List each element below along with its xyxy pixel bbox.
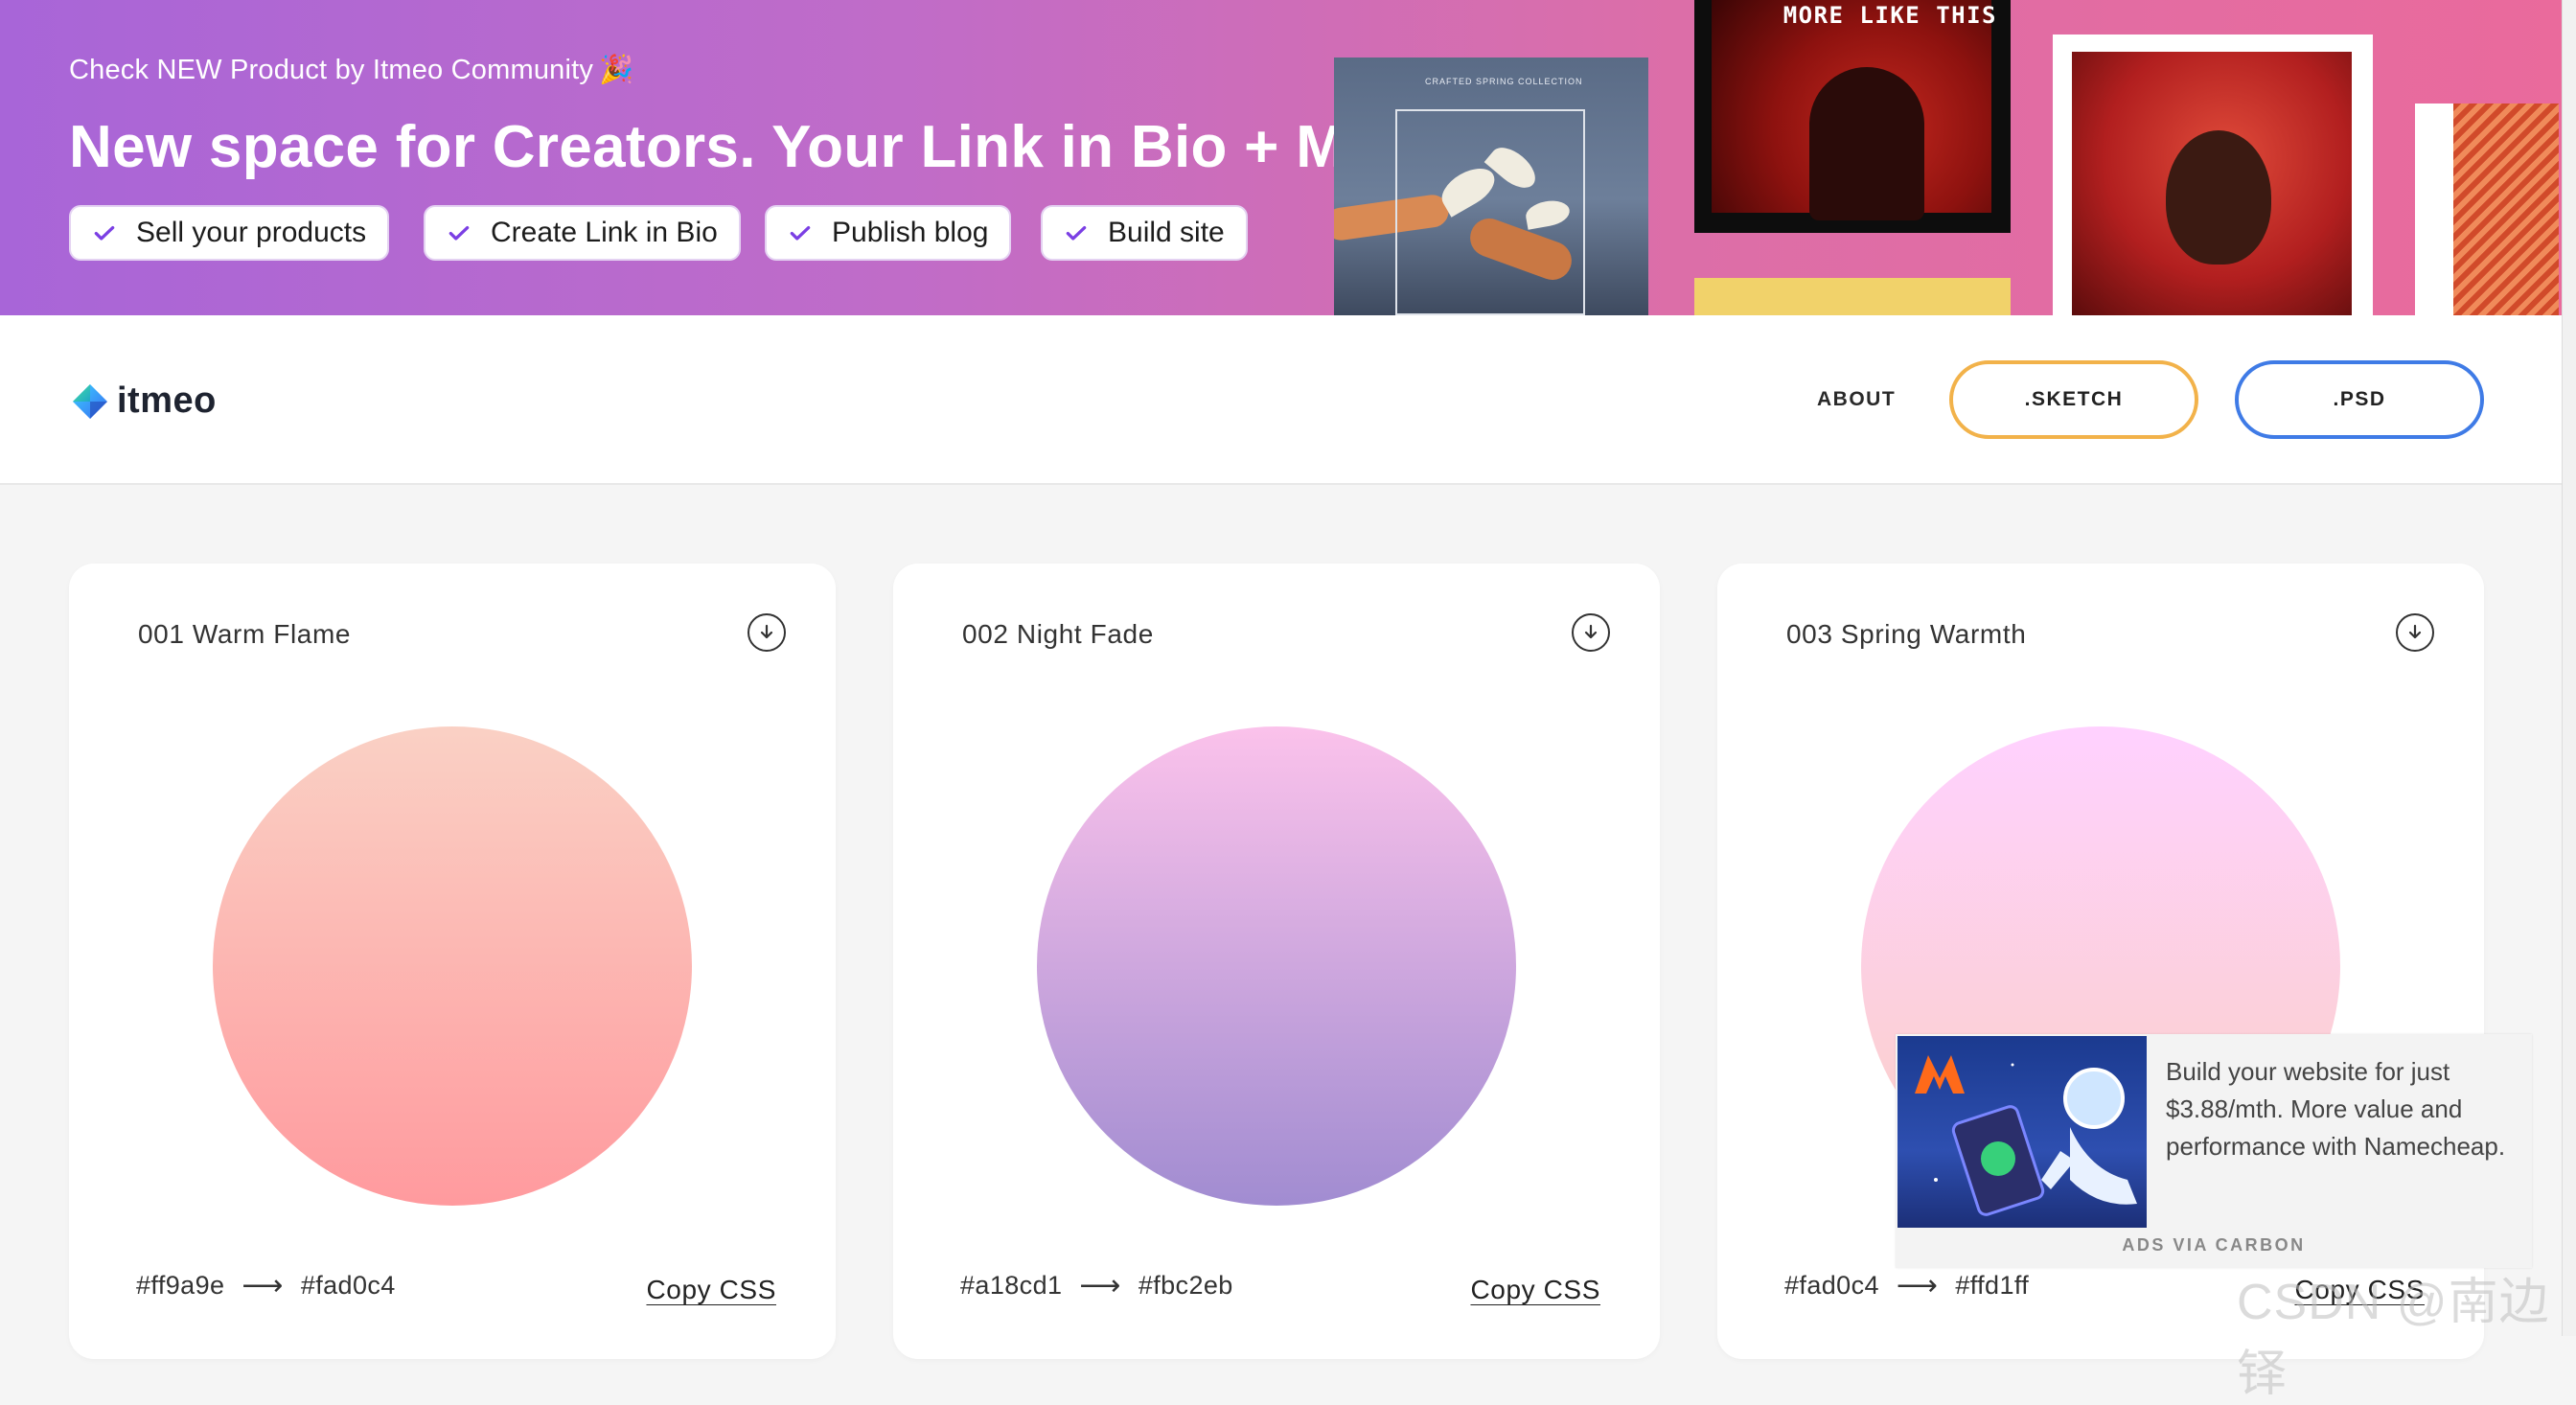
gradient-colors: #ff9a9e ⟶ #fad0c4: [136, 1269, 396, 1302]
arrow-right-icon: ⟶: [1896, 1270, 1939, 1301]
download-button[interactable]: [1572, 613, 1610, 652]
itmeo-logo-icon: [73, 383, 107, 419]
check-icon: [94, 225, 115, 241]
poster-caption: CRAFTED SPRING COLLECTION: [1425, 77, 1583, 86]
gradient-title: 003 Spring Warmth: [1786, 619, 2027, 649]
gradient-colors: #a18cd1 ⟶ #fbc2eb: [960, 1269, 1233, 1302]
check-icon: [790, 225, 811, 241]
nav-about-link[interactable]: ABOUT: [1817, 388, 1896, 411]
ad-text[interactable]: Build your website for just $3.88/mth. M…: [2166, 1053, 2511, 1165]
sketch-download-button[interactable]: .SKETCH: [1949, 360, 2198, 439]
color-to: #fbc2eb: [1138, 1271, 1233, 1300]
namecheap-astronaut-icon: [1915, 1055, 2137, 1216]
party-emoji-icon: 🎉: [599, 55, 634, 85]
check-icon: [1066, 225, 1087, 241]
copy-css-button[interactable]: Copy CSS: [1470, 1275, 1600, 1305]
poster-tag: MORE LIKE THIS: [1782, 2, 1997, 29]
chip-label: Build site: [1108, 217, 1225, 248]
banner-yellow-strip: [1694, 278, 2011, 315]
banner-poster-pattern: [2415, 104, 2559, 315]
banner-kicker-text: Check NEW Product by Itmeo Community: [69, 55, 594, 85]
download-button[interactable]: [2396, 613, 2434, 652]
gradient-title: 002 Night Fade: [962, 619, 1154, 649]
scrollbar-track[interactable]: [2562, 0, 2576, 1336]
banner-kicker: Check NEW Product by Itmeo Community 🎉: [69, 54, 633, 86]
color-to: #fad0c4: [300, 1271, 396, 1300]
promo-banner[interactable]: Check NEW Product by Itmeo Community 🎉 Ne…: [0, 0, 2576, 315]
logo-text: itmeo: [117, 380, 217, 421]
ad-via-carbon[interactable]: ADS VIA CARBON: [1896, 1235, 2532, 1255]
color-from: #fad0c4: [1784, 1271, 1879, 1300]
arrow-right-icon: ⟶: [242, 1270, 284, 1301]
banner-title: New space for Creators. Your Link in Bio…: [69, 114, 1506, 180]
chip-label: Create Link in Bio: [491, 217, 718, 248]
site-header: itmeo ABOUT .SKETCH .PSD: [0, 315, 2563, 485]
download-icon: [760, 624, 773, 639]
download-button[interactable]: [748, 613, 786, 652]
check-icon: [448, 225, 470, 241]
download-icon: [1584, 624, 1598, 639]
chip-sell-products[interactable]: Sell your products: [69, 205, 390, 261]
gradient-title: 001 Warm Flame: [138, 619, 352, 649]
download-icon: [2408, 624, 2422, 639]
gradient-card: 002 Night Fade #a18cd1 ⟶ #fbc2eb Copy CS…: [893, 564, 1660, 1359]
chip-create-link-in-bio[interactable]: Create Link in Bio: [424, 205, 741, 261]
gradient-colors: #fad0c4 ⟶ #ffd1ff: [1784, 1269, 2029, 1302]
carbon-ad[interactable]: Build your website for just $3.88/mth. M…: [1896, 1034, 2532, 1268]
gradient-preview-circle: [1037, 726, 1516, 1206]
banner-poster-portrait: [2053, 35, 2373, 315]
copy-css-button[interactable]: Copy CSS: [646, 1275, 776, 1305]
chip-publish-blog[interactable]: Publish blog: [765, 205, 1012, 261]
chip-build-site[interactable]: Build site: [1041, 205, 1248, 261]
arrow-right-icon: ⟶: [1079, 1270, 1121, 1301]
psd-download-button[interactable]: .PSD: [2235, 360, 2484, 439]
color-to: #ffd1ff: [1955, 1271, 2030, 1300]
banner-poster-red-room: MORE LIKE THIS: [1694, 0, 2011, 233]
banner-poster-flowers: CRAFTED SPRING COLLECTION: [1334, 58, 1648, 315]
ad-image[interactable]: [1898, 1036, 2147, 1228]
chip-label: Publish blog: [832, 217, 989, 248]
logo[interactable]: itmeo: [71, 380, 217, 422]
color-from: #ff9a9e: [136, 1271, 225, 1300]
color-from: #a18cd1: [960, 1271, 1063, 1300]
gradient-card: 001 Warm Flame #ff9a9e ⟶ #fad0c4 Copy CS…: [69, 564, 836, 1359]
gradient-preview-circle: [213, 726, 692, 1206]
watermark: CSDN @南边铎: [2237, 1275, 2550, 1402]
chip-label: Sell your products: [136, 217, 367, 248]
